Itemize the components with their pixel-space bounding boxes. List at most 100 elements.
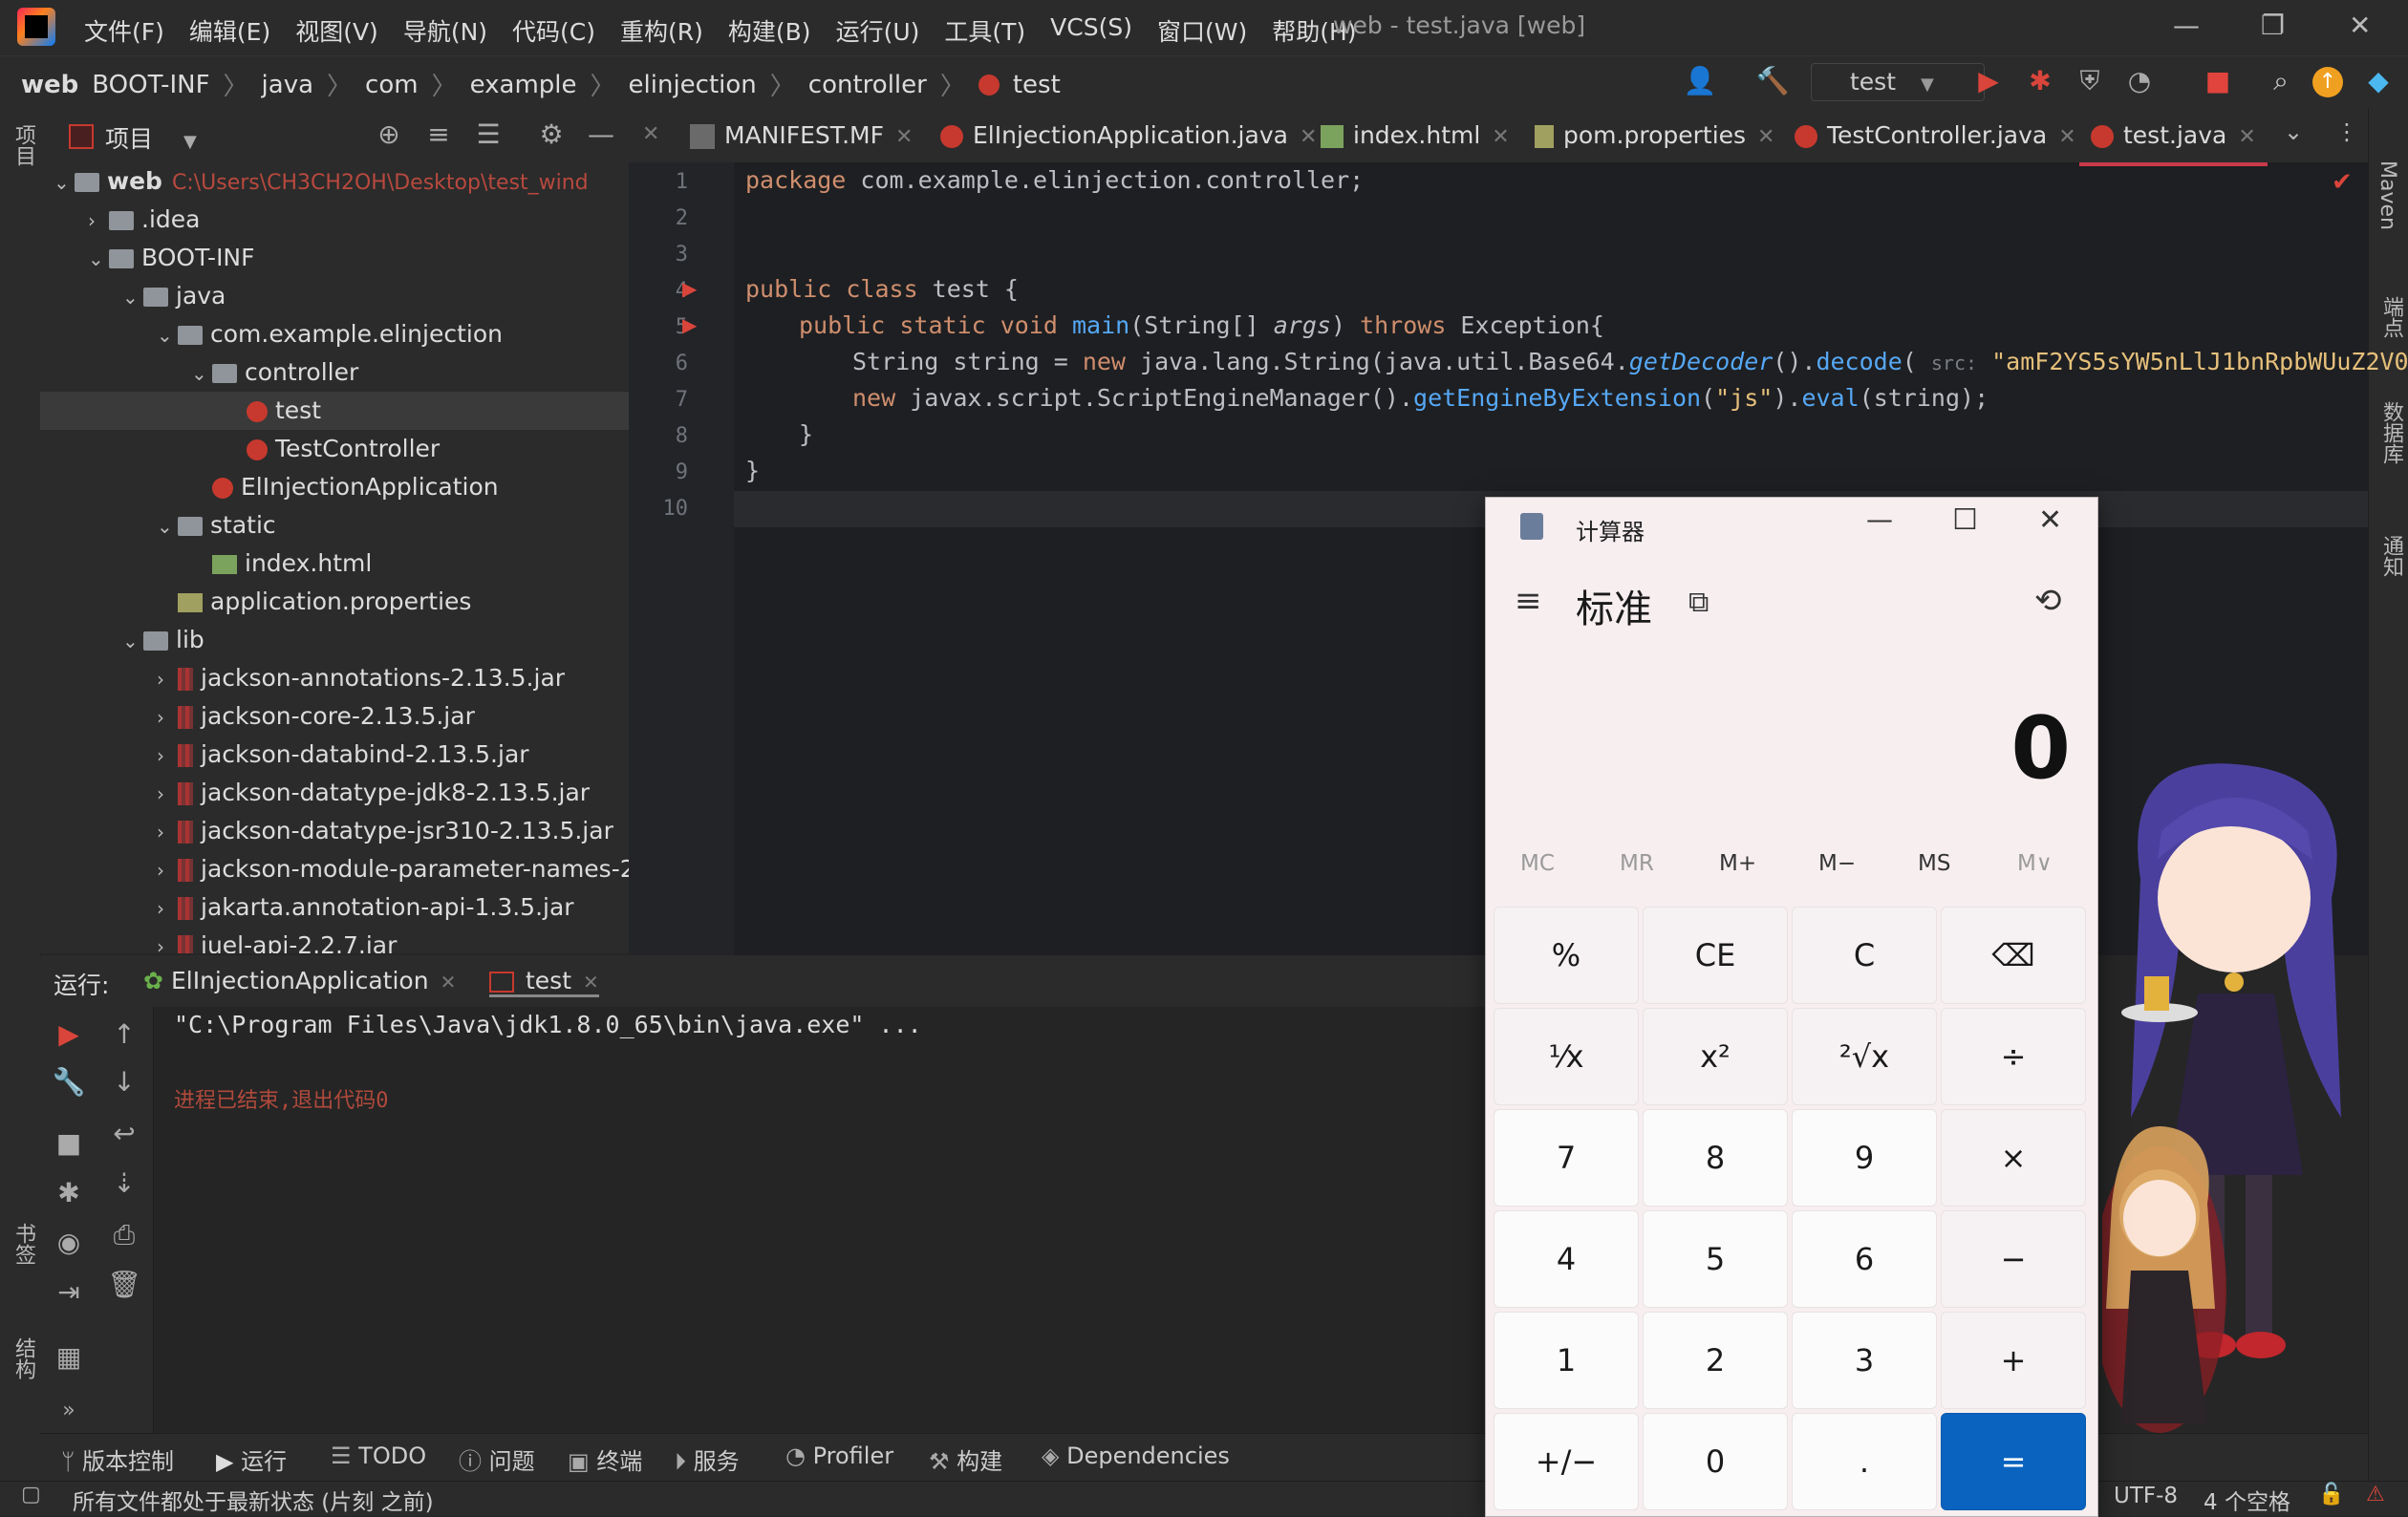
tree-item[interactable]: TestController: [40, 430, 629, 468]
tool-dependencies[interactable]: ◈ Dependencies: [1042, 1442, 1230, 1469]
tab-list-chevron-icon[interactable]: ⌄: [2284, 118, 2303, 145]
menu-file[interactable]: 文件(F): [84, 13, 164, 48]
tab-testcontroller[interactable]: TestController.java ✕: [1795, 109, 2076, 162]
menu-view[interactable]: 视图(V): [295, 13, 378, 48]
tree-item[interactable]: ⌄ controller: [40, 353, 629, 392]
debug-bug-icon[interactable]: ✱: [50, 1177, 88, 1208]
tab-elinjectionapplication[interactable]: ElInjectionApplication.java ✕: [940, 109, 1317, 162]
breadcrumb-controller[interactable]: controller: [808, 71, 927, 99]
menu-refactor[interactable]: 重构(R): [620, 13, 703, 48]
chevron-right-icon[interactable]: ›: [157, 889, 178, 928]
stop-icon[interactable]: ■: [50, 1127, 88, 1159]
chevron-down-icon[interactable]: ⌄: [122, 278, 143, 316]
calc-button[interactable]: ¹⁄x: [1494, 1008, 1639, 1105]
calc-button[interactable]: 5: [1643, 1210, 1788, 1308]
breadcrumb-example[interactable]: example: [470, 71, 577, 99]
chevron-down-icon[interactable]: ⌄: [88, 240, 109, 278]
menu-build[interactable]: 构建(B): [728, 13, 811, 48]
tool-todo[interactable]: ☰ TODO: [331, 1442, 426, 1469]
memory-button[interactable]: MS: [1918, 851, 1950, 876]
tree-item[interactable]: ElInjectionApplication: [40, 468, 629, 506]
chevron-down-icon[interactable]: ⌄: [191, 354, 212, 393]
calc-minimize-icon[interactable]: —: [1866, 503, 1893, 535]
menu-run[interactable]: 运行(U): [836, 13, 920, 48]
tree-item[interactable]: test: [40, 392, 629, 430]
run-gutter-icon[interactable]: ▶: [682, 313, 697, 336]
chevron-right-icon[interactable]: ›: [157, 660, 178, 698]
tree-item[interactable]: › juel-api-2.2.7.jar: [40, 927, 629, 953]
tree-item[interactable]: ⌄ com.example.elinjection: [40, 315, 629, 353]
tab-test-java[interactable]: test.java ✕: [2079, 109, 2268, 166]
chevron-right-icon[interactable]: ›: [88, 202, 109, 240]
tab-index-html[interactable]: index.html ✕: [1321, 109, 1510, 162]
tool-run[interactable]: ▶ 运行: [216, 1442, 287, 1476]
chevron-right-icon[interactable]: ›: [157, 775, 178, 813]
tab-pom-properties[interactable]: pom.properties ✕: [1535, 109, 1774, 162]
run-gutter-icon[interactable]: ▶: [682, 277, 697, 300]
minimize-icon[interactable]: —: [2173, 10, 2200, 41]
soft-wrap-icon[interactable]: ↩: [105, 1118, 143, 1149]
build-hammer-icon[interactable]: 🔨: [1754, 63, 1791, 99]
run-icon[interactable]: ▶: [1970, 63, 2007, 99]
hide-panel-icon[interactable]: —: [583, 117, 619, 153]
structure-tool-tab[interactable]: 结构: [8, 1337, 38, 1379]
chevron-right-icon[interactable]: ›: [157, 928, 178, 953]
calc-button[interactable]: 6: [1792, 1210, 1937, 1308]
breadcrumb-java[interactable]: java: [262, 71, 313, 99]
run-tab-test[interactable]: test ✕: [489, 967, 599, 997]
tree-item[interactable]: › .idea: [40, 201, 629, 239]
scroll-down-icon[interactable]: ↓: [105, 1066, 143, 1098]
breadcrumb-elinjection[interactable]: elinjection: [629, 71, 757, 99]
update-icon[interactable]: ↑: [2312, 67, 2343, 97]
breadcrumb-web[interactable]: web: [21, 71, 78, 99]
locate-icon[interactable]: ⊕: [371, 117, 407, 153]
calc-button[interactable]: ×: [1941, 1109, 2086, 1207]
chevron-right-icon[interactable]: ›: [157, 737, 178, 775]
exit-icon[interactable]: ⇥: [50, 1276, 88, 1308]
status-encoding[interactable]: UTF-8: [2114, 1484, 2178, 1508]
tree-item[interactable]: › jakarta.annotation-api-1.3.5.jar: [40, 888, 629, 927]
tree-item[interactable]: ⌄ java: [40, 277, 629, 315]
tree-item[interactable]: › jackson-module-parameter-names-2: [40, 850, 629, 888]
trash-icon[interactable]: 🗑: [105, 1269, 143, 1300]
search-icon[interactable]: ⌕: [2263, 63, 2299, 99]
status-indent[interactable]: 4 个空格: [2204, 1484, 2290, 1516]
scroll-to-end-icon[interactable]: ⇣: [105, 1167, 143, 1199]
calc-button[interactable]: 1: [1494, 1312, 1639, 1409]
chevron-right-icon[interactable]: ›: [157, 698, 178, 737]
tab-manifest[interactable]: MANIFEST.MF ✕: [690, 109, 913, 162]
status-square-icon[interactable]: ▢: [21, 1483, 41, 1506]
calc-button[interactable]: ²√x: [1792, 1008, 1937, 1105]
calc-button[interactable]: −: [1941, 1210, 2086, 1308]
menu-navigate[interactable]: 导航(N): [403, 13, 487, 48]
tree-item[interactable]: › jackson-databind-2.13.5.jar: [40, 736, 629, 774]
run-config-select[interactable]: test ▼: [1811, 63, 1985, 101]
maven-tool-tab[interactable]: Maven: [2376, 160, 2399, 230]
stop-icon[interactable]: ■: [2200, 63, 2236, 99]
calc-maximize-icon[interactable]: ☐: [1952, 503, 1978, 537]
tree-item[interactable]: application.properties: [40, 583, 629, 621]
tool-profiler[interactable]: ◔ Profiler: [785, 1442, 893, 1469]
calc-button[interactable]: =: [1941, 1413, 2086, 1510]
tool-build[interactable]: ⚒ 构建: [929, 1442, 1002, 1476]
calc-button[interactable]: 3: [1792, 1312, 1937, 1409]
calc-button[interactable]: .: [1792, 1413, 1937, 1510]
calc-button[interactable]: ⌫: [1941, 907, 2086, 1004]
history-icon[interactable]: ⟲: [2034, 582, 2062, 620]
tool-terminal[interactable]: ▣ 终端: [568, 1442, 642, 1476]
tool-services[interactable]: ⏵ 服务: [675, 1442, 740, 1476]
print-icon[interactable]: ⎙: [105, 1219, 143, 1251]
toolbox-icon[interactable]: ◆: [2360, 63, 2397, 99]
tree-item[interactable]: ⌄ static: [40, 506, 629, 545]
calc-close-icon[interactable]: ✕: [2038, 503, 2062, 537]
breadcrumb-boot-inf[interactable]: BOOT-INF: [92, 71, 209, 99]
tree-item[interactable]: ⌄ BOOT-INF: [40, 239, 629, 277]
calc-button[interactable]: +/−: [1494, 1413, 1639, 1510]
tool-version-control[interactable]: ᛘ 版本控制: [61, 1442, 174, 1476]
database-tool-tab[interactable]: 数据库: [2376, 401, 2406, 464]
coverage-icon[interactable]: ⛨: [2072, 63, 2108, 99]
calc-button[interactable]: +: [1941, 1312, 2086, 1409]
hamburger-menu-icon[interactable]: ≡: [1515, 582, 1542, 620]
breadcrumb-com[interactable]: com: [365, 71, 419, 99]
camera-icon[interactable]: ◉: [50, 1227, 88, 1258]
